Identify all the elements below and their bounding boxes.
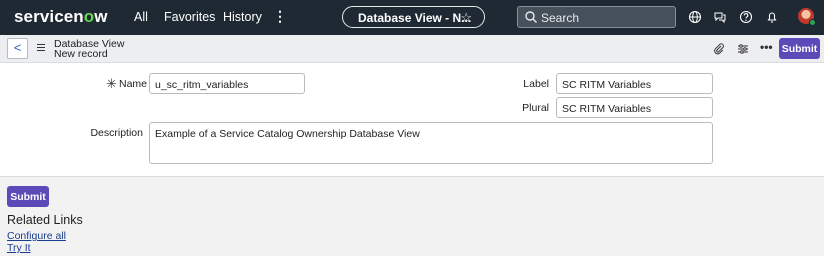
submit-button-header[interactable]: Submit — [779, 38, 820, 59]
label-label: Label — [523, 78, 549, 90]
context-menu-icon[interactable] — [37, 44, 45, 51]
name-label: Name — [119, 78, 148, 90]
try-it-link[interactable]: Try It — [7, 242, 31, 254]
top-navigation-bar: servicenow All Favorites History ⋮ Datab… — [0, 0, 824, 35]
description-label: Description — [90, 127, 143, 139]
submit-button-bottom[interactable]: Submit — [7, 186, 49, 207]
record-context-pill[interactable]: Database View - N... ☆ — [342, 6, 485, 28]
help-icon[interactable] — [739, 10, 753, 24]
plural-label: Plural — [522, 102, 549, 114]
form-subtitle: New record — [54, 48, 108, 60]
nav-history[interactable]: History — [223, 10, 262, 24]
personalize-form-icon[interactable] — [737, 43, 749, 55]
label-field[interactable]: SC RITM Variables — [556, 73, 713, 94]
servicenow-logo[interactable]: servicenow — [14, 7, 108, 27]
mandatory-indicator-icon: ✳ — [106, 76, 117, 91]
attachment-icon[interactable] — [713, 43, 725, 55]
nav-favorites[interactable]: Favorites — [164, 10, 215, 24]
favorite-star-icon[interactable]: ☆ — [460, 10, 472, 26]
search-icon — [525, 11, 537, 23]
more-options-icon[interactable]: ••• — [760, 40, 773, 54]
user-avatar[interactable] — [798, 8, 816, 26]
record-pill-label: Database View - N... — [358, 11, 472, 25]
back-button[interactable]: < — [7, 38, 28, 59]
related-links-heading: Related Links — [7, 213, 83, 227]
nav-all[interactable]: All — [134, 10, 148, 24]
more-menu-icon[interactable]: ⋮ — [273, 8, 287, 24]
online-status-dot — [809, 19, 816, 26]
bell-icon[interactable] — [765, 10, 779, 24]
globe-icon[interactable] — [688, 10, 702, 24]
form-header: < Database View New record ••• — [0, 35, 824, 63]
name-field[interactable]: u_sc_ritm_variables — [149, 73, 305, 94]
description-field[interactable]: Example of a Service Catalog Ownership D… — [149, 122, 713, 164]
plural-field[interactable]: SC RITM Variables — [556, 97, 713, 118]
search-placeholder: Search — [541, 11, 580, 25]
global-search-input[interactable]: Search — [517, 6, 676, 28]
chat-icon[interactable] — [713, 10, 727, 24]
configure-all-link[interactable]: Configure all — [7, 230, 66, 242]
